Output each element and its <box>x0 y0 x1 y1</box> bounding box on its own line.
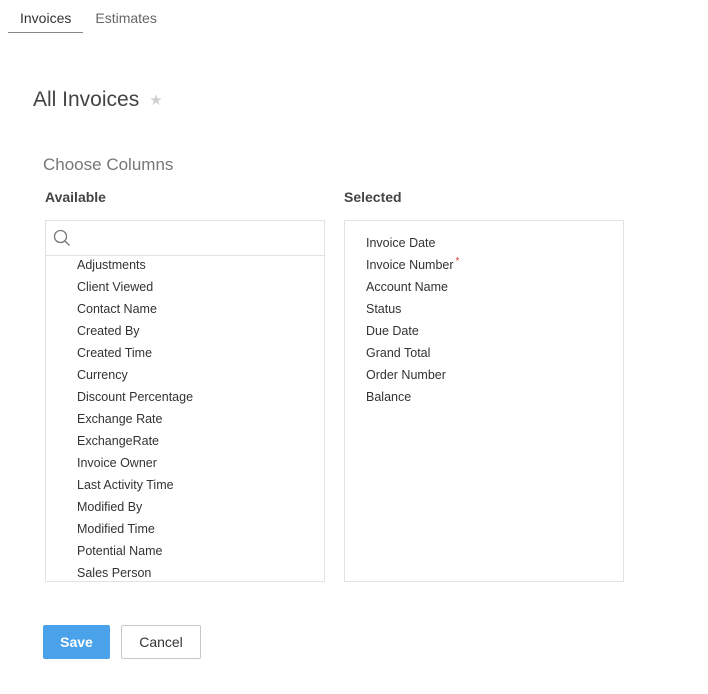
selected-column-label: Account Name <box>366 280 448 294</box>
selected-column-item[interactable]: Account Name <box>345 278 623 300</box>
available-columns-list: Adjustments Client Viewed Contact Name Crea… <box>46 256 324 586</box>
available-column-item[interactable]: Last Activity Time <box>46 476 324 498</box>
available-column-item[interactable]: Created Time <box>46 344 324 366</box>
selected-columns-list: Invoice Date Invoice Number * Account Name S… <box>345 221 623 410</box>
available-column-item[interactable]: Sales Person <box>46 564 324 586</box>
cancel-button[interactable]: Cancel <box>121 625 201 659</box>
available-search-input[interactable] <box>75 223 324 253</box>
selected-column-item[interactable]: Status <box>345 300 623 322</box>
search-icon <box>53 229 70 246</box>
available-column-item[interactable]: Adjustments <box>46 256 324 278</box>
page-title: All Invoices <box>33 88 140 111</box>
selected-label: Selected <box>344 189 402 205</box>
selected-column-item[interactable]: Invoice Date <box>345 234 623 256</box>
available-column-item[interactable]: ExchangeRate <box>46 432 324 454</box>
available-column-item[interactable]: Discount Percentage <box>46 388 324 410</box>
selected-column-label: Invoice Number <box>366 258 454 272</box>
selected-column-item[interactable]: Due Date <box>345 322 623 344</box>
available-column-item[interactable]: Modified By <box>46 498 324 520</box>
page-title-row: All Invoices ★ <box>33 88 163 112</box>
available-column-item[interactable]: Potential Name <box>46 542 324 564</box>
selected-column-label: Invoice Date <box>366 236 436 250</box>
available-column-item[interactable]: Exchange Rate <box>46 410 324 432</box>
selected-column-item[interactable]: Order Number <box>345 366 623 388</box>
available-column-item[interactable]: Contact Name <box>46 300 324 322</box>
available-column-item[interactable]: Client Viewed <box>46 278 324 300</box>
available-column-item[interactable]: Modified Time <box>46 520 324 542</box>
selected-column-label: Grand Total <box>366 346 431 360</box>
save-button[interactable]: Save <box>43 625 110 659</box>
required-marker: * <box>455 256 460 267</box>
available-column-item[interactable]: Invoice Owner <box>46 454 324 476</box>
available-search <box>46 221 324 256</box>
available-column-item[interactable]: Currency <box>46 366 324 388</box>
tab-invoices[interactable]: Invoices <box>8 0 84 33</box>
star-icon[interactable]: ★ <box>149 91 162 109</box>
selected-column-label: Status <box>366 302 402 316</box>
available-column-item[interactable]: Created By <box>46 322 324 344</box>
selected-column-item[interactable]: Invoice Number * <box>345 256 623 278</box>
available-label: Available <box>45 189 106 205</box>
tab-bar: Invoices Estimates <box>8 0 169 33</box>
selected-column-label: Order Number <box>366 368 446 382</box>
tab-estimates[interactable]: Estimates <box>83 0 168 33</box>
choose-columns-title: Choose Columns <box>43 155 174 174</box>
selected-column-item[interactable]: Grand Total <box>345 344 623 366</box>
selected-column-item[interactable]: Balance <box>345 388 623 410</box>
selected-columns-panel: Invoice Date Invoice Number * Account Name S… <box>344 220 624 582</box>
selected-column-label: Balance <box>366 390 412 404</box>
available-columns-panel: Adjustments Client Viewed Contact Name Crea… <box>45 220 325 582</box>
selected-column-label: Due Date <box>366 324 419 338</box>
